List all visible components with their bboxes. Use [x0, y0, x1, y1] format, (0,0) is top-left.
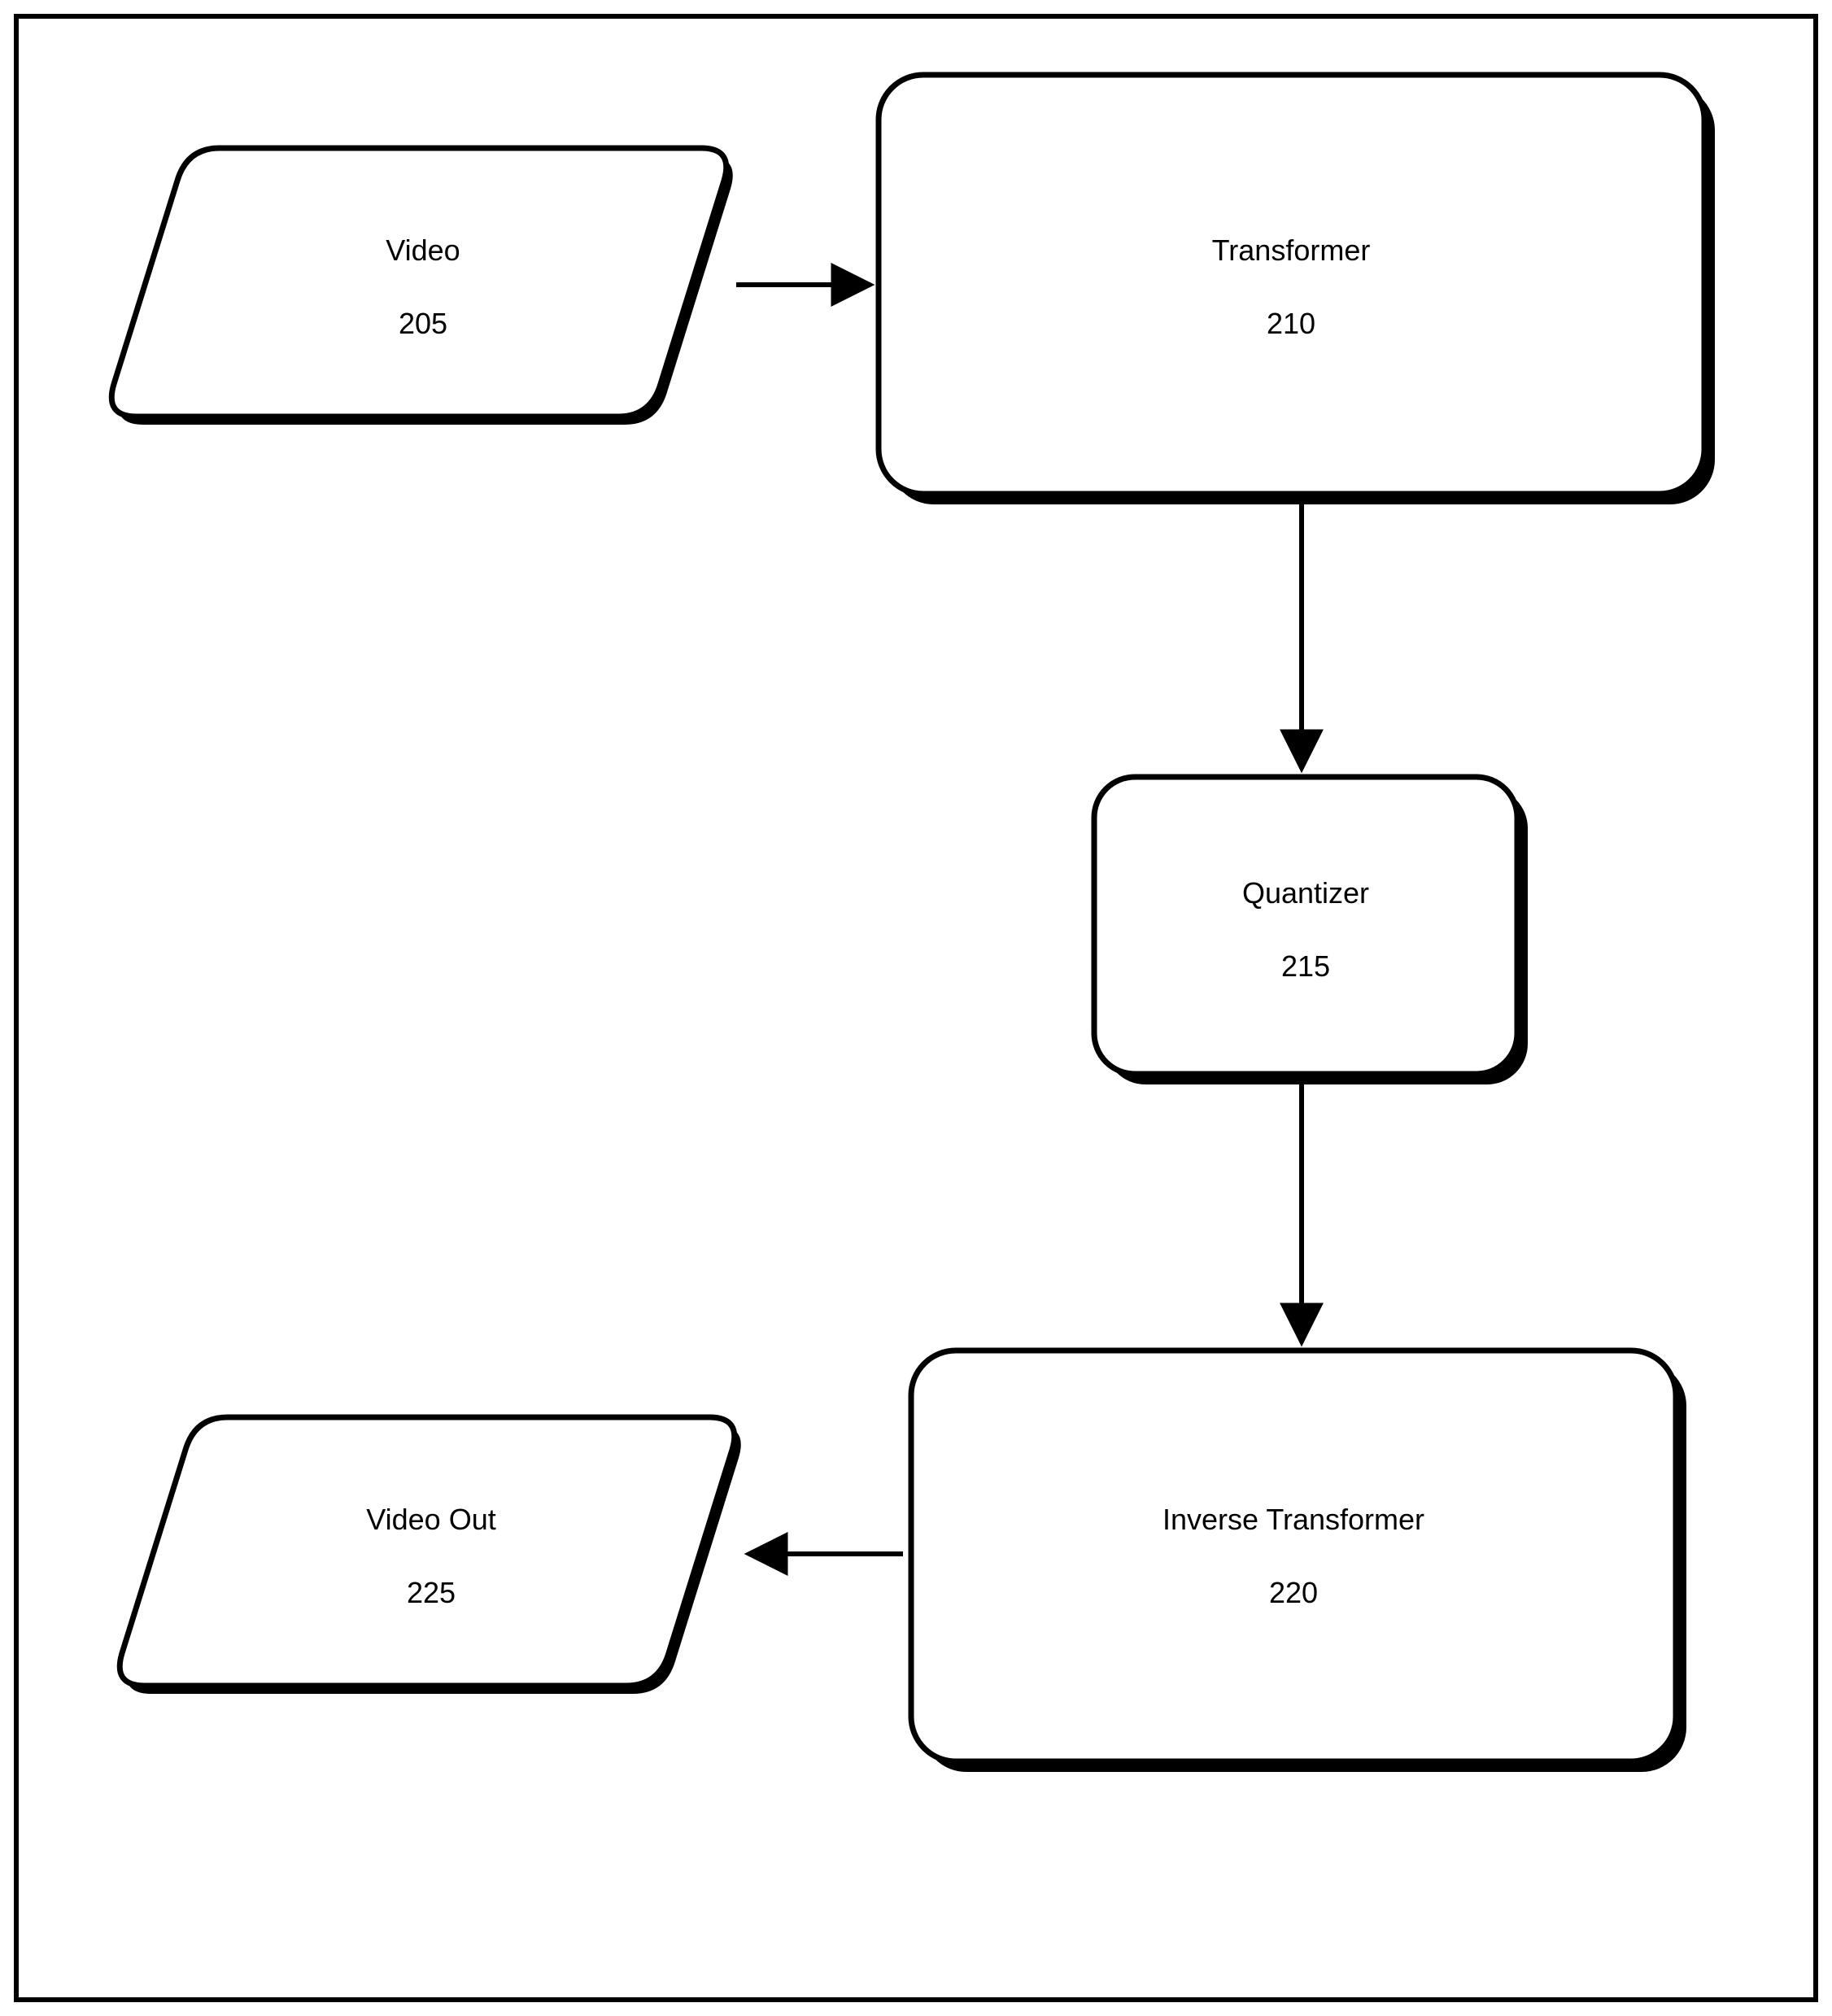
video-out-label: Video Out	[366, 1503, 495, 1536]
transformer-node: Transformer 210	[879, 75, 1715, 504]
video-out-node: Video Out 225	[120, 1417, 741, 1694]
quantizer-label: Quantizer	[1242, 876, 1369, 910]
video-node: Video 205	[111, 148, 733, 425]
quantizer-node: Quantizer 215	[1094, 777, 1528, 1084]
video-label: Video	[386, 233, 460, 267]
inverse-transformer-label: Inverse Transformer	[1162, 1503, 1424, 1536]
flow-diagram: Video 205 Transformer 210 Quantizer 215 …	[0, 0, 1832, 2016]
video-out-num: 225	[407, 1576, 456, 1609]
quantizer-num: 215	[1281, 949, 1330, 983]
transformer-num: 210	[1267, 307, 1315, 340]
inverse-transformer-node: Inverse Transformer 220	[911, 1351, 1686, 1772]
inverse-transformer-num: 220	[1269, 1576, 1318, 1609]
video-num: 205	[399, 307, 447, 340]
transformer-label: Transformer	[1212, 233, 1371, 267]
